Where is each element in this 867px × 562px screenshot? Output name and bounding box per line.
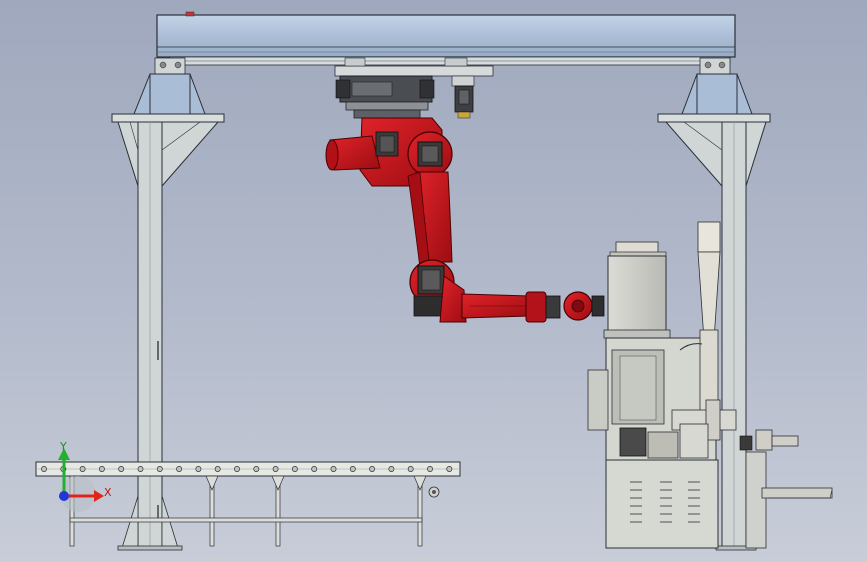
robot-arm — [325, 117, 605, 323]
feeder-machine — [587, 221, 833, 549]
conveyor-roller — [137, 466, 144, 472]
axis-y-label: Y — [60, 440, 67, 453]
axis-x-label: X — [104, 486, 112, 499]
conveyor-roller — [234, 466, 240, 472]
conveyor-roller — [369, 466, 376, 472]
conveyor-roller — [41, 466, 47, 472]
conveyor-roller — [311, 466, 318, 472]
conveyor-roller — [427, 466, 433, 472]
robot-base-mount — [334, 57, 494, 119]
conveyor-roller — [407, 466, 414, 472]
conveyor-roller — [446, 466, 453, 472]
gantry-robot-assembly-drawing — [35, 11, 833, 551]
gantry-top-beam — [156, 11, 736, 66]
cad-viewport[interactable]: Y X — [0, 0, 867, 562]
conveyor-roller — [330, 466, 337, 472]
conveyor-roller — [98, 466, 105, 472]
conveyor-roller — [176, 466, 183, 472]
roller-conveyor — [35, 461, 461, 547]
conveyor-roller — [195, 466, 202, 472]
conveyor-roller — [79, 466, 86, 472]
conveyor-roller — [214, 466, 221, 472]
axis-triad — [58, 448, 104, 512]
conveyor-roller — [118, 466, 125, 472]
conveyor-roller — [156, 466, 163, 472]
conveyor-roller — [388, 466, 395, 472]
conveyor-roller — [349, 466, 356, 472]
conveyor-roller — [291, 466, 298, 472]
conveyor-roller — [272, 466, 279, 472]
conveyor-roller — [253, 466, 260, 472]
